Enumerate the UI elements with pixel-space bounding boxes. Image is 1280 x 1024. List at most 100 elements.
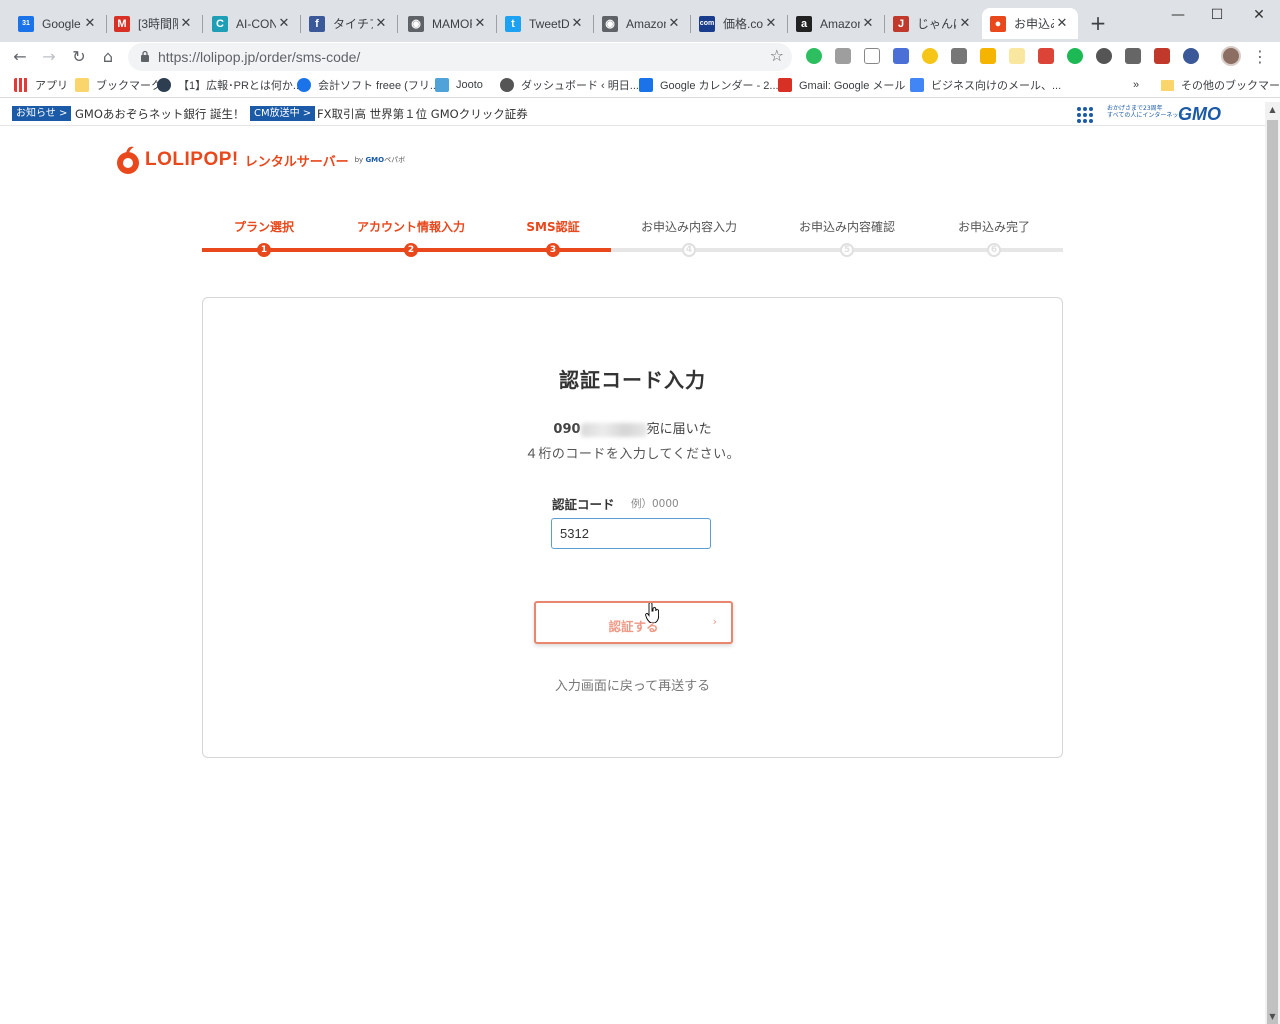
ball-ext-icon[interactable] [1183, 48, 1199, 64]
google-calendar-icon: 31 [18, 15, 34, 32]
close-tab-icon[interactable]: ✕ [569, 16, 585, 31]
browser-tab[interactable]: ◉ Amazon ✕ [594, 8, 690, 39]
step-number-badge: 5 [840, 243, 854, 257]
url-text: https://lolipop.jp/order/sms-code/ [158, 49, 361, 65]
google-ext-icon[interactable] [1038, 48, 1054, 64]
hashtag-ext-icon[interactable] [951, 48, 967, 64]
scroll-down-icon[interactable]: ▼ [1265, 1009, 1280, 1024]
folder-icon [1161, 79, 1174, 91]
new-tab-button[interactable]: + [1087, 12, 1109, 34]
tab-strip: 31Google✕M[3時間限✕CAI-CON✕fタイチアカ✕◉MAMOR✕tT… [0, 0, 1280, 42]
bookmark-item[interactable]: Google カレンダー - 2... [639, 76, 779, 94]
bookmark-label: 会計ソフト freee (フリ... [318, 80, 440, 92]
profile-avatar[interactable] [1221, 46, 1241, 66]
bookmark-item[interactable]: ブックマーク [75, 76, 162, 94]
bookmark-item[interactable]: ダッシュボード ‹ 明日... [500, 76, 639, 94]
verification-code-input[interactable] [551, 518, 711, 549]
reload-icon[interactable]: ↻ [67, 45, 91, 69]
back-icon[interactable]: ← [8, 45, 32, 69]
kakaku-icon: com [699, 15, 715, 32]
browser-tab[interactable]: com 価格.com✕ [691, 8, 787, 39]
step-label: お申込み内容確認 [798, 220, 896, 234]
binoculars-ext-icon[interactable] [1096, 48, 1112, 64]
close-tab-icon[interactable]: ✕ [1054, 16, 1070, 31]
tab-title: [3時間限 [138, 17, 178, 31]
close-tab-icon[interactable]: ✕ [763, 16, 779, 31]
browser-tab[interactable]: a Amazon ✕ [788, 8, 884, 39]
chat-ext-icon[interactable] [893, 48, 909, 64]
gmail-icon: M [114, 15, 130, 32]
close-tab-icon[interactable]: ✕ [373, 16, 389, 31]
close-tab-icon[interactable]: ✕ [666, 16, 682, 31]
maximize-icon[interactable]: ☐ [1206, 4, 1228, 26]
globe-icon: ◉ [602, 15, 618, 32]
tab-separator [397, 15, 398, 33]
bookmark-item[interactable]: ビジネス向けのメール、... [910, 76, 1061, 94]
bookmark-star-icon[interactable]: ☆ [770, 46, 784, 65]
shield-ext-icon[interactable] [980, 48, 996, 64]
bookmark-item[interactable]: アプリ [14, 76, 68, 94]
bookmark-label: 【1】広報･PRとは何か... [178, 80, 303, 92]
lock-icon [141, 50, 149, 62]
browser-tab[interactable]: ● お申込み✕ [982, 8, 1078, 39]
aicon-icon: C [212, 15, 228, 32]
resend-link[interactable]: 入力画面に戻って再送する [203, 675, 1062, 694]
bookmark-item[interactable]: Jooto [435, 76, 483, 94]
tab-title: Amazon [820, 16, 860, 31]
lolipop-logo[interactable]: LOLIPOP! レンタルサーバー by GMOペパボ [116, 145, 405, 175]
notice-text[interactable]: GMOあおぞらネット銀行 誕生！ [75, 106, 245, 122]
extension-icon[interactable] [835, 48, 851, 64]
browser-tab[interactable]: C AI-CON ✕ [204, 8, 300, 39]
cm-tag[interactable]: CM放送中 > [250, 106, 316, 121]
evernote-icon[interactable] [806, 48, 822, 64]
scroll-up-icon[interactable]: ▲ [1265, 102, 1280, 117]
pdf-ext-icon[interactable] [1154, 48, 1170, 64]
wordpress-icon [500, 78, 514, 92]
close-tab-icon[interactable]: ✕ [276, 16, 292, 31]
notice-tag[interactable]: お知らせ > [12, 106, 72, 121]
forward-icon[interactable]: → [37, 45, 61, 69]
sent-to-message: 090 宛に届いた [553, 422, 712, 437]
page-title: 認証コード入力 [559, 368, 706, 392]
bookmark-item[interactable]: 【1】広報･PRとは何か... [157, 76, 302, 94]
browser-tab[interactable]: ◉ MAMOR✕ [400, 8, 496, 39]
close-window-icon[interactable]: ✕ [1248, 4, 1270, 26]
browser-tab[interactable]: M [3時間限✕ [106, 8, 202, 39]
bookmark-label: Gmail: Google メール [799, 80, 906, 92]
close-tab-icon[interactable]: ✕ [178, 16, 194, 31]
pocket-ext-icon[interactable] [1125, 48, 1141, 64]
lolipop-icon: ● [990, 15, 1006, 32]
close-tab-icon[interactable]: ✕ [957, 16, 973, 31]
close-tab-icon[interactable]: ✕ [82, 16, 98, 31]
google-g-icon [910, 78, 924, 92]
calendar-ext-icon[interactable] [864, 48, 880, 64]
address-bar[interactable]: https://lolipop.jp/order/sms-code/ ☆ [128, 43, 792, 71]
step-number-badge: 6 [987, 243, 1001, 257]
browser-tab[interactable]: J じゃんぱら✕ [885, 8, 981, 39]
tab-separator [202, 15, 203, 33]
bookmark-item[interactable]: 会計ソフト freee (フリ... [297, 76, 439, 94]
tab-title: MAMOR [432, 16, 472, 31]
minimize-icon[interactable]: — [1167, 4, 1189, 26]
close-tab-icon[interactable]: ✕ [472, 16, 488, 31]
menu-kebab-icon[interactable]: ⋮ [1252, 45, 1268, 69]
browser-tab[interactable]: t TweetDe✕ [497, 8, 593, 39]
gmo-apps-icon[interactable] [1077, 107, 1093, 123]
bookmarks-overflow-icon[interactable]: » [1133, 76, 1139, 94]
gmo-logo[interactable]: GMO [1178, 104, 1221, 125]
close-tab-icon[interactable]: ✕ [860, 16, 876, 31]
cm-text[interactable]: FX取引高 世界第１位 GMOクリック証券 [317, 106, 528, 122]
browser-tab[interactable]: f タイチアカ✕ [301, 8, 397, 39]
verify-button[interactable]: 認証する › [534, 601, 733, 644]
lolipop-mark-icon [117, 146, 139, 174]
scroll-thumb[interactable] [1267, 120, 1278, 1024]
page-scrollbar[interactable]: ▲ ▼ [1265, 102, 1280, 1024]
home-icon[interactable]: ⌂ [96, 45, 120, 69]
bookmark-item[interactable]: Gmail: Google メール [778, 76, 905, 94]
yahoo-ext-icon[interactable] [1009, 48, 1025, 64]
tab-title: 価格.com [723, 17, 763, 31]
other-bookmarks[interactable]: その他のブックマーク [1161, 76, 1280, 94]
speedometer-ext-icon[interactable] [922, 48, 938, 64]
green-bubble-ext-icon[interactable] [1067, 48, 1083, 64]
browser-tab[interactable]: 31 Google ✕ [10, 8, 106, 39]
